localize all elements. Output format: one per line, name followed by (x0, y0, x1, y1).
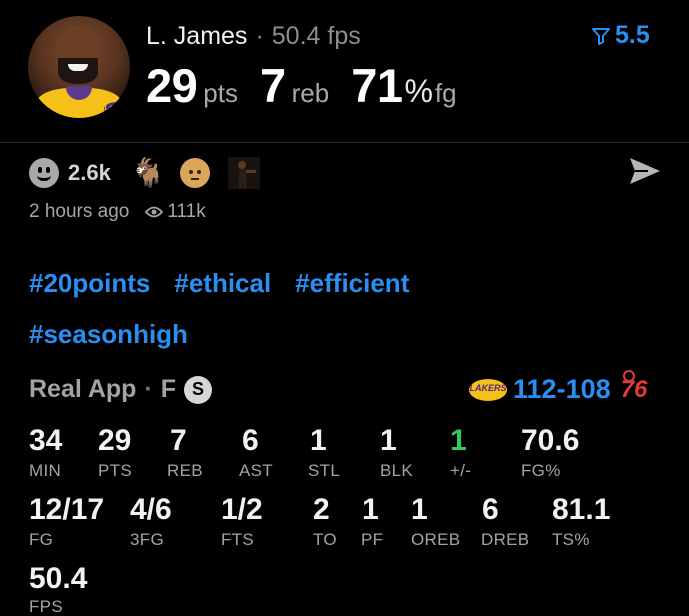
post-time: 2 hours ago (29, 201, 130, 222)
stat-fg-value: 12/17 (29, 493, 105, 526)
stat-to-value: 2 (313, 493, 330, 526)
stat-dreb-value: 6 (482, 493, 499, 526)
player-name[interactable]: L. James (146, 22, 247, 50)
hashtag-list: #20points #ethical #efficient #seasonhigh (29, 260, 669, 362)
headline-reb-value: 7 (259, 59, 286, 112)
header-divider (0, 142, 689, 143)
send-icon[interactable] (628, 156, 662, 186)
face-emoji[interactable] (179, 157, 210, 188)
reaction-bar: 2.6k 🐐 (29, 156, 260, 189)
stat-ast-value: 6 (242, 424, 259, 457)
stat-fts-label: FTS (221, 530, 255, 549)
stat-fg-pct-label: FG% (521, 461, 561, 480)
stat-min-label: MIN (29, 461, 62, 480)
starter-badge: S (184, 375, 213, 404)
separator-dot: · (144, 375, 153, 403)
stat-to-label: TO (313, 530, 337, 549)
stat-stl-value: 1 (310, 424, 327, 457)
reaction-count[interactable]: 2.6k (68, 160, 111, 186)
game-score[interactable]: LAKERS 112-108 76 (469, 369, 647, 405)
stat-fg-label: FG (29, 530, 54, 549)
smiley-icon[interactable] (29, 157, 59, 188)
player-position: F (160, 375, 177, 403)
score-dash: - (556, 374, 566, 404)
stat-plus-minus-label: +/- (450, 461, 472, 480)
goat-emoji[interactable]: 🐐 (131, 156, 166, 189)
box-source-header: Real App · F S (29, 375, 213, 404)
stat-pts-label: PTS (98, 461, 132, 480)
stat-stl-label: STL (308, 461, 341, 480)
stat-ts-pct-label: TS% (552, 530, 590, 549)
view-count: 111k (167, 201, 206, 222)
stat-reb-value: 7 (170, 424, 187, 457)
stat-blk-label: BLK (380, 461, 414, 480)
stat-3fg-label: 3FG (130, 530, 164, 549)
dancer-gif-icon[interactable] (227, 156, 260, 189)
stat-blk-value: 1 (380, 424, 397, 457)
player-avatar[interactable]: LAKERS (28, 16, 130, 118)
headline-fg-unit: fg (434, 78, 457, 108)
headline-reb-unit: reb (291, 78, 330, 108)
hashtag-seasonhigh[interactable]: #seasonhigh (29, 311, 188, 357)
lakers-logo-icon: LAKERS (469, 378, 507, 401)
funnel-icon (592, 27, 610, 45)
hashtag-20points[interactable]: #20points (29, 260, 150, 306)
stat-ast-label: AST (239, 461, 273, 480)
sixers-logo-icon: 76 (621, 369, 647, 404)
stat-reb-label: REB (167, 461, 203, 480)
stat-plus-minus-value: 1 (450, 424, 467, 457)
headline-fg-value: 71 (351, 59, 403, 112)
player-fps: 50.4 fps (271, 22, 361, 50)
hashtag-ethical[interactable]: #ethical (174, 260, 271, 306)
separator-dot: · (255, 22, 264, 50)
stat-dreb-label: DREB (481, 530, 530, 549)
headline-fg-percent-sign: % (404, 73, 433, 109)
stat-ts-pct-value: 81.1 (552, 493, 611, 526)
stat-fg-pct-value: 70.6 (521, 424, 580, 457)
headline-statline: 29 pts 7 reb 71 % fg (146, 58, 457, 113)
eye-icon (145, 206, 164, 218)
stat-fps-value: 50.4 (29, 562, 88, 595)
away-score: 108 (565, 374, 611, 404)
filter-value: 5.5 (615, 21, 650, 49)
stat-pts-value: 29 (98, 424, 132, 457)
player-header: L. James · 50.4 fps (146, 22, 361, 51)
stat-pf-label: PF (361, 530, 384, 549)
stat-oreb-label: OREB (411, 530, 461, 549)
stat-oreb-value: 1 (411, 493, 428, 526)
stat-min-value: 34 (29, 424, 63, 457)
headline-pts-unit: pts (203, 78, 238, 108)
home-score: 112 (513, 374, 557, 404)
headline-pts-value: 29 (146, 59, 198, 112)
lakers-logo-patch: LAKERS (104, 102, 130, 116)
stat-3fg-value: 4/6 (130, 493, 172, 526)
stat-fps-label: FPS (29, 597, 63, 616)
filter-button[interactable]: 5.5 (592, 21, 650, 50)
stat-fts-value: 1/2 (221, 493, 263, 526)
avatar-beard (58, 58, 98, 84)
hashtag-efficient[interactable]: #efficient (295, 260, 409, 306)
stat-pf-value: 1 (362, 493, 379, 526)
source-app-name[interactable]: Real App (29, 375, 136, 404)
post-meta: 2 hours ago 111k (29, 201, 206, 223)
